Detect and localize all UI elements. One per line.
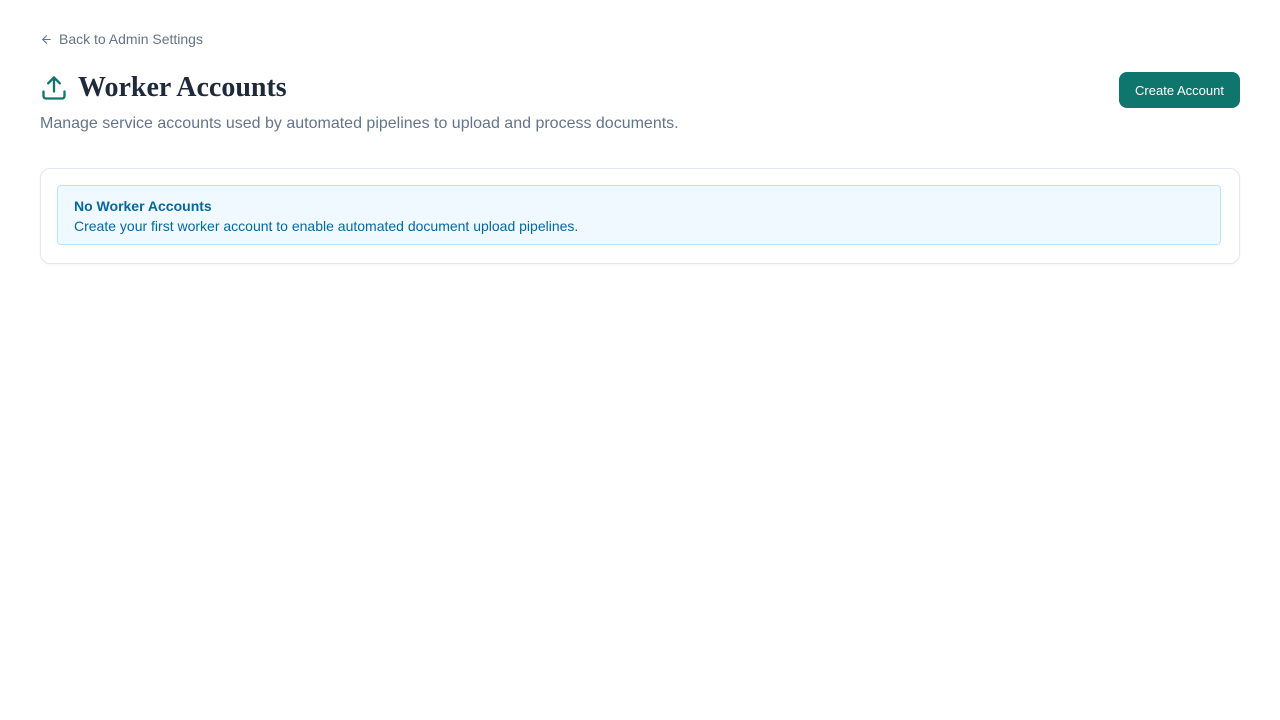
upload-icon xyxy=(42,76,66,100)
create-account-button[interactable]: Create Account xyxy=(1119,72,1240,108)
page-title: Worker Accounts xyxy=(78,72,287,103)
arrow-left-icon xyxy=(42,34,51,44)
empty-state-alert: No Worker Accounts Create your first wor… xyxy=(57,185,1221,245)
back-link-label: Back to Admin Settings xyxy=(59,31,203,47)
page-subtitle: Manage service accounts used by automate… xyxy=(40,115,679,132)
empty-state-title: No Worker Accounts xyxy=(74,198,212,214)
worker-accounts-page: Back to Admin Settings Worker Accounts M… xyxy=(0,0,1280,720)
back-to-admin-settings-link[interactable]: Back to Admin Settings xyxy=(40,31,203,47)
worker-accounts-card: No Worker Accounts Create your first wor… xyxy=(40,168,1240,264)
empty-state-message: Create your first worker account to enab… xyxy=(74,218,579,234)
page-header: Worker Accounts xyxy=(40,72,287,104)
